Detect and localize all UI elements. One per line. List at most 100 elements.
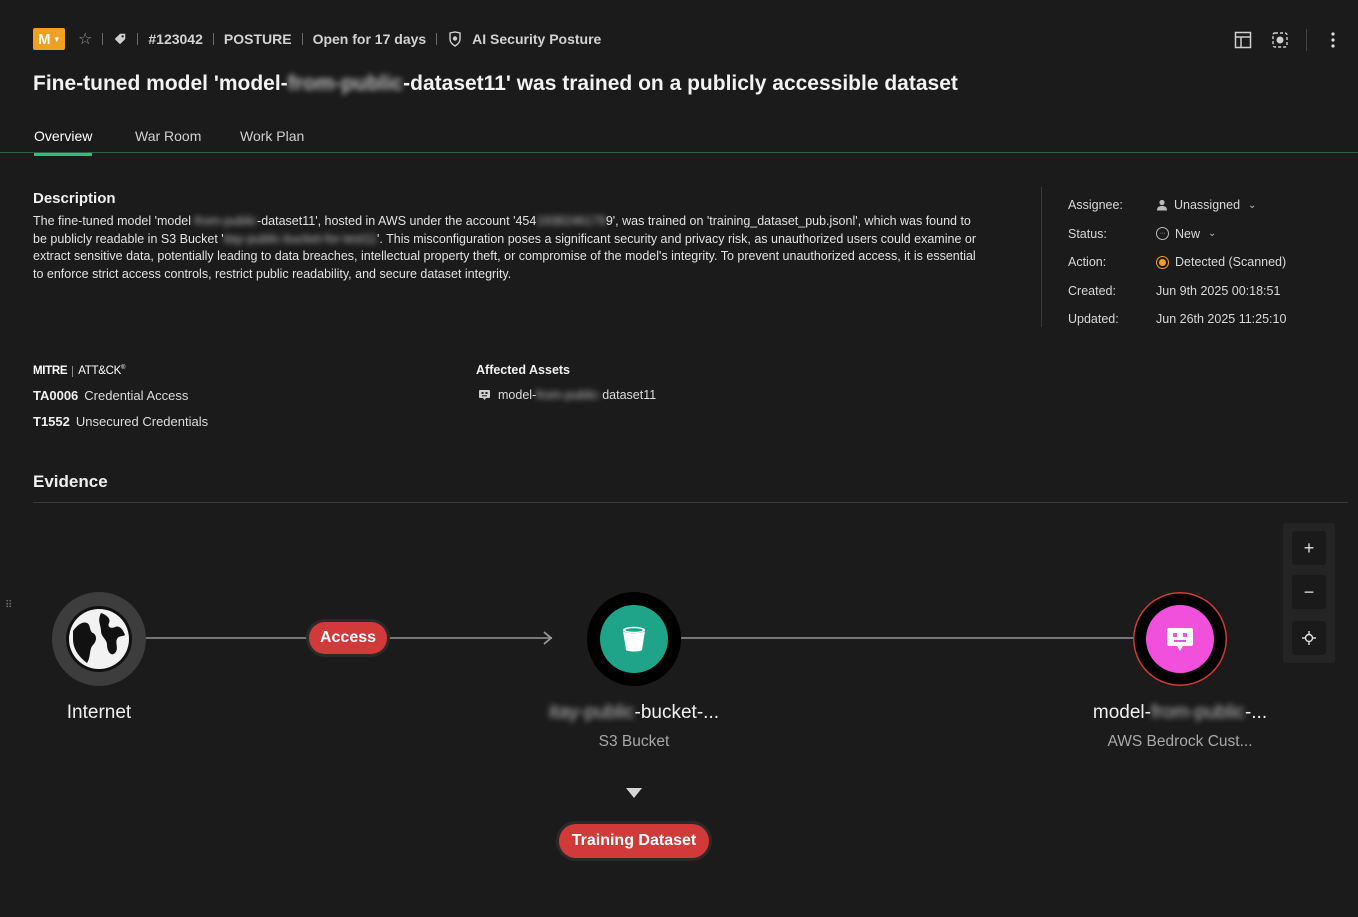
model-name-redacted: from-public — [1150, 702, 1245, 723]
mitre-logo-right: ATT&CK® — [78, 365, 125, 377]
case-header-bar: M ▾ ☆ #123042 POSTURE Open for 17 days A… — [33, 28, 601, 50]
tab-overview[interactable]: Overview — [34, 128, 93, 156]
crosshair-icon — [1302, 631, 1316, 645]
affected-assets-heading: Affected Assets — [476, 363, 571, 377]
updated-label: Updated: — [1068, 312, 1119, 327]
ai-assistant-icon[interactable] — [1269, 29, 1291, 51]
open-duration: Open for 17 days — [312, 31, 427, 47]
chevron-down-icon: ▾ — [54, 33, 60, 44]
technique-id: T1552 — [33, 414, 70, 429]
page-title: Fine-tuned model 'model-from-public-data… — [33, 72, 958, 96]
zoom-in-button[interactable]: + — [1292, 531, 1326, 565]
assignee-row: Assignee: Unassigned ⌄ — [1068, 191, 1286, 220]
registered-mark: ® — [121, 365, 126, 372]
chevron-down-icon: ⌄ — [1208, 228, 1217, 240]
bucket-label: itay-public-bucket-... — [549, 702, 719, 724]
case-page: M ▾ ☆ #123042 POSTURE Open for 17 days A… — [0, 0, 1358, 917]
asset-name: model-from-public-dataset11 — [498, 388, 656, 402]
more-options-icon[interactable] — [1322, 29, 1344, 51]
tag-icon[interactable] — [113, 32, 127, 46]
s3-bucket-node[interactable] — [587, 592, 681, 686]
model-icon — [1146, 605, 1214, 673]
assignee-dropdown[interactable]: Unassigned ⌄ — [1156, 198, 1256, 212]
internet-node[interactable] — [52, 592, 146, 686]
desc-redacted: 1938246179 — [536, 214, 606, 228]
divider — [436, 33, 438, 45]
model-icon — [479, 390, 490, 400]
assignee-label: Assignee: — [1068, 198, 1123, 213]
caret-down-icon[interactable] — [626, 788, 642, 798]
case-category: POSTURE — [223, 31, 292, 47]
mitre-logo-left: MITRE — [33, 365, 68, 377]
desc-redacted: -from-public — [191, 214, 258, 228]
tab-work-plan[interactable]: Work Plan — [240, 128, 304, 153]
status-new-icon: ··· — [1156, 227, 1169, 241]
desc-part: -dataset11', hosted in AWS under the acc… — [257, 214, 537, 228]
tactic-id: TA0006 — [33, 388, 79, 403]
updated-value: Jun 26th 2025 11:25:10 — [1156, 312, 1287, 327]
divider — [301, 33, 303, 45]
title-suffix: -dataset11' was trained on a publicly ac… — [403, 72, 958, 95]
tab-war-room[interactable]: War Room — [135, 128, 201, 153]
updated-row: Updated: Jun 26th 2025 11:25:10 — [1068, 305, 1286, 334]
model-name-suffix: -... — [1244, 702, 1268, 723]
internet-label: Internet — [66, 702, 132, 723]
bucket-name-suffix: -bucket-... — [634, 702, 720, 723]
header-actions — [1232, 29, 1344, 51]
action-value-group: Detected (Scanned) — [1156, 255, 1286, 269]
created-value: Jun 9th 2025 00:18:51 — [1156, 283, 1281, 298]
title-prefix: Fine-tuned model 'model- — [33, 72, 288, 95]
action-value: Detected (Scanned) — [1175, 255, 1287, 270]
evidence-heading: Evidence — [33, 472, 108, 491]
status-dropdown[interactable]: ··· New ⌄ — [1156, 227, 1216, 241]
zoom-controls: + − — [1283, 523, 1335, 663]
created-label: Created: — [1068, 283, 1116, 298]
action-label: Action: — [1068, 255, 1107, 270]
model-node[interactable] — [1133, 592, 1227, 686]
mitre-technique[interactable]: T1552 Unsecured Credentials — [33, 414, 208, 429]
training-dataset-label[interactable]: Training Dataset — [559, 824, 709, 858]
action-row: Action: Detected (Scanned) — [1068, 248, 1286, 277]
technique-name: Unsecured Credentials — [75, 414, 209, 429]
bucket-type: S3 Bucket — [598, 733, 670, 750]
tab-bar: Overview War Room Work Plan — [0, 126, 1358, 156]
mitre-tactic[interactable]: TA0006 Credential Access — [33, 388, 188, 403]
model-type: AWS Bedrock Cust... — [1107, 733, 1253, 750]
status-row: Status: ··· New ⌄ — [1068, 220, 1286, 249]
asset-name-redacted: from-public- — [536, 388, 603, 402]
evidence-graph[interactable]: Internet Access itay-public-bucket-... S… — [0, 503, 1358, 917]
graph-edge — [145, 637, 310, 639]
desc-part: The fine-tuned model 'model — [33, 214, 192, 228]
severity-dropdown[interactable]: M ▾ — [33, 28, 66, 50]
chevron-down-icon: ⌄ — [1248, 199, 1257, 211]
desc-redacted: itay-public-bucket-for-test11 — [223, 231, 378, 246]
zoom-out-button[interactable]: − — [1292, 575, 1326, 609]
layout-icon[interactable] — [1232, 29, 1254, 51]
status-label: Status: — [1068, 226, 1107, 241]
user-icon — [1157, 200, 1167, 211]
asset-name-suffix: dataset11 — [602, 388, 657, 402]
divider — [72, 365, 74, 377]
title-redacted: from-public — [287, 72, 404, 95]
graph-edge — [387, 637, 552, 639]
detected-icon — [1156, 255, 1169, 269]
asset-name-prefix: model- — [498, 388, 537, 402]
divider — [1306, 29, 1307, 51]
description-text: The fine-tuned model 'model-from-public-… — [33, 213, 978, 283]
access-edge-label[interactable]: Access — [309, 622, 387, 654]
case-meta-panel: Assignee: Unassigned ⌄ Status: ··· New ⌄… — [1068, 191, 1286, 334]
arrow-right-icon — [543, 631, 553, 645]
divider — [212, 33, 214, 45]
recenter-button[interactable] — [1292, 621, 1326, 655]
severity-letter: M — [38, 30, 51, 48]
model-name-prefix: model- — [1092, 702, 1151, 723]
assignee-value: Unassigned — [1174, 198, 1241, 213]
tactic-name: Credential Access — [84, 388, 189, 403]
bucket-icon — [600, 605, 668, 673]
created-row: Created: Jun 9th 2025 00:18:51 — [1068, 277, 1286, 306]
star-icon[interactable]: ☆ — [78, 29, 92, 49]
affected-asset-link[interactable]: model-from-public-dataset11 — [478, 388, 656, 402]
divider — [102, 33, 104, 45]
bucket-name-redacted: itay-public — [548, 702, 635, 723]
mitre-logo-text: ATT&CK — [78, 365, 121, 377]
